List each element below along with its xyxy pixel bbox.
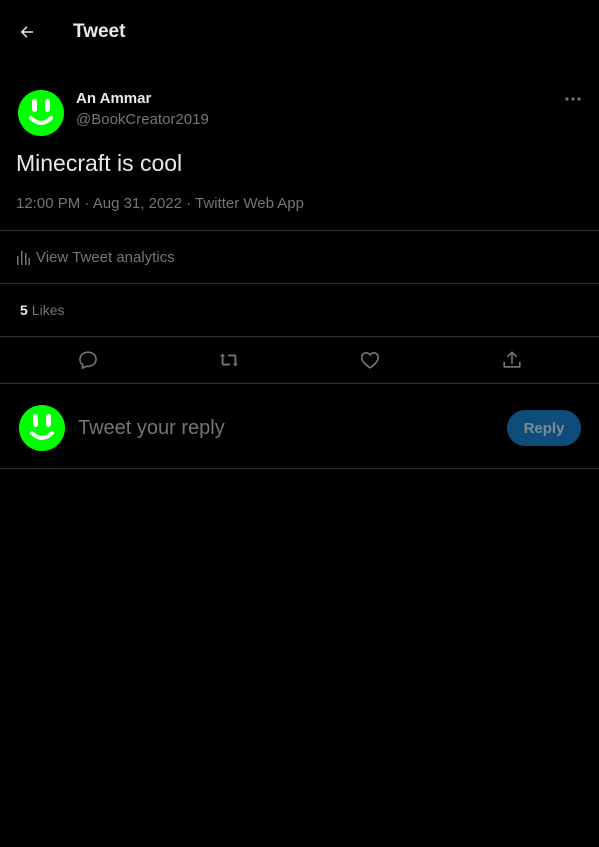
likes-stat[interactable]: 5 Likes xyxy=(20,302,64,318)
likes-label: Likes xyxy=(31,302,65,318)
meta-separator: · xyxy=(181,195,196,212)
meta-separator: · xyxy=(80,195,93,212)
reply-button[interactable] xyxy=(76,348,100,372)
tweet-text: Minecraft is cool xyxy=(16,150,183,176)
divider xyxy=(0,383,599,384)
tweet-meta: 12:00 PM · Aug 31, 2022 · Twitter Web Ap… xyxy=(16,195,304,212)
divider xyxy=(0,468,599,469)
arrow-left-icon xyxy=(20,26,33,38)
tweet-source[interactable]: Twitter Web App xyxy=(195,195,304,212)
like-button[interactable] xyxy=(358,348,382,372)
more-horizontal-icon xyxy=(565,97,581,101)
author-name[interactable]: An Ammar xyxy=(76,90,151,107)
share-icon xyxy=(503,351,521,368)
user-avatar[interactable] xyxy=(19,405,65,451)
divider xyxy=(0,283,599,284)
page-title: Tweet xyxy=(73,21,126,42)
back-button[interactable] xyxy=(12,17,42,47)
smiley-face-icon xyxy=(19,405,65,451)
view-analytics-link[interactable]: View Tweet analytics xyxy=(16,247,175,267)
reply-icon xyxy=(79,351,97,370)
divider xyxy=(0,230,599,231)
more-options-button[interactable] xyxy=(561,88,585,110)
reply-input[interactable] xyxy=(78,414,478,442)
analytics-label: View Tweet analytics xyxy=(36,248,175,266)
likes-count: 5 xyxy=(20,302,28,318)
author-avatar[interactable] xyxy=(18,90,64,136)
reply-submit-button[interactable]: Reply xyxy=(507,410,581,446)
smiley-face-icon xyxy=(18,90,64,136)
author-handle[interactable]: @BookCreator2019 xyxy=(76,111,209,128)
like-icon xyxy=(360,352,380,369)
top-bar: Tweet xyxy=(0,0,599,64)
retweet-icon xyxy=(219,353,239,367)
retweet-button[interactable] xyxy=(217,348,241,372)
share-button[interactable] xyxy=(500,348,524,372)
action-bar xyxy=(0,337,599,383)
tweet-time[interactable]: 12:00 PM xyxy=(16,195,80,212)
tweet-date[interactable]: Aug 31, 2022 xyxy=(93,195,182,212)
bar-chart-icon xyxy=(17,251,30,265)
